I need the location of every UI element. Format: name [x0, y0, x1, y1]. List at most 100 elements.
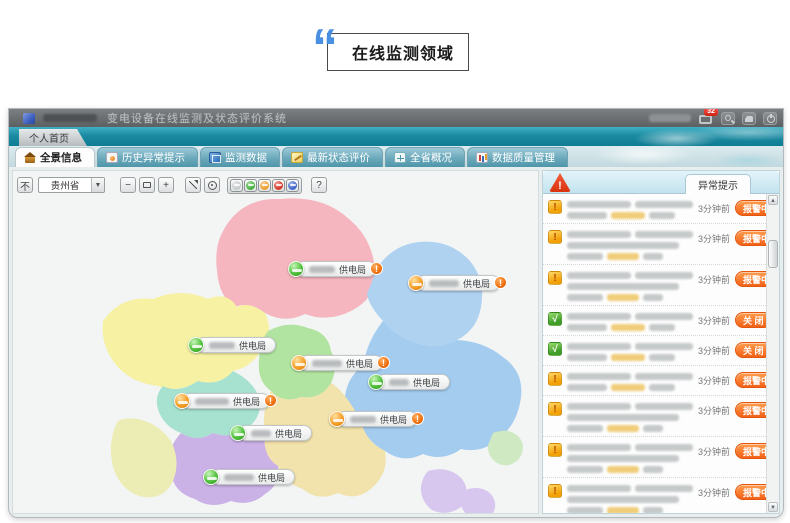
tab-2[interactable]: 监测数据 — [200, 147, 280, 167]
green-status-ball-icon — [230, 425, 246, 441]
fullscreen-button[interactable] — [185, 177, 201, 193]
alert-text-blurred — [567, 229, 693, 260]
alert-text-line — [567, 253, 693, 260]
tab-label: 全景信息 — [40, 150, 82, 165]
tab-icon-4 — [394, 152, 406, 163]
alarming-button[interactable]: 报警中 — [735, 230, 766, 246]
scrollbar-thumb[interactable] — [768, 240, 778, 268]
help-button[interactable]: ? — [311, 177, 327, 193]
blur-bar — [643, 466, 663, 473]
app-logo-icon — [23, 113, 35, 124]
station-suffix: 供电局 — [380, 413, 407, 426]
green-status-ball-icon — [288, 261, 304, 277]
station-suffix: 供电局 — [233, 395, 260, 408]
blur-bar-highlight — [607, 294, 639, 301]
tab-0[interactable]: 全景信息 — [15, 147, 95, 167]
alert-item[interactable]: !3分钟前报警中 — [543, 265, 766, 306]
status-filter-green-button[interactable] — [244, 179, 257, 192]
alert-item[interactable]: !3分钟前报警中 — [543, 478, 766, 513]
alert-text-line — [567, 242, 693, 249]
blur-bar — [635, 272, 693, 279]
blur-bar — [567, 425, 603, 432]
locate-button[interactable] — [204, 177, 220, 193]
alert-item[interactable]: !3分钟前报警中 — [543, 366, 766, 396]
station-pill: 供电局 — [337, 411, 417, 427]
station-pill: 供电局 — [211, 469, 295, 485]
blur-bar — [567, 231, 631, 238]
tab-3[interactable]: 最新状态评价 — [282, 147, 383, 167]
tab-icon-0 — [24, 152, 36, 163]
alert-scrollbar[interactable]: ▲ ▼ — [766, 194, 779, 513]
region-right-green-patch — [488, 431, 523, 466]
alert-text-line — [567, 283, 693, 290]
notification-monitor-icon[interactable]: 32 — [698, 111, 714, 125]
alert-tab[interactable]: 异常提示 — [685, 174, 751, 194]
zoom-in-button[interactable]: + — [158, 177, 174, 193]
close-button[interactable]: 关 闭 — [735, 312, 766, 328]
home-tab[interactable]: 个人首页 — [19, 129, 87, 146]
titlebar-right-blurred-text — [649, 114, 691, 122]
titlebar-actions: 32 — [649, 111, 777, 125]
zoom-out-button[interactable]: − — [120, 177, 136, 193]
status-filter-blue-button[interactable] — [286, 179, 299, 192]
alert-item[interactable]: !3分钟前报警中 — [543, 437, 766, 478]
station-pill: 供电局 — [299, 355, 383, 371]
alert-time: 3分钟前 — [698, 273, 730, 286]
scroll-down-icon[interactable]: ▼ — [768, 502, 778, 512]
scroll-up-icon[interactable]: ▲ — [768, 195, 778, 205]
alarm-count-badge: ! — [494, 276, 507, 289]
alarming-button[interactable]: 报警中 — [735, 372, 766, 388]
alert-text-line — [567, 201, 693, 208]
magnifier-glyph — [725, 115, 731, 121]
alarming-button[interactable]: 报警中 — [735, 402, 766, 418]
alert-time: 3分钟前 — [698, 314, 730, 327]
status-filter-red-button[interactable] — [272, 179, 285, 192]
app-window: 变电设备在线监测及状态评价系统 32 个人首页 全景信息历史异常提示监测数据最新… — [8, 108, 784, 518]
alert-text-blurred — [567, 270, 693, 301]
alert-text-line — [567, 384, 693, 391]
tab-icon-2 — [209, 152, 221, 163]
alert-item[interactable]: !3分钟前报警中 — [543, 396, 766, 437]
close-button[interactable]: 关 闭 — [735, 342, 766, 358]
tab-icon-3 — [291, 152, 303, 163]
warning-triangle-icon — [549, 173, 571, 192]
alarming-button[interactable]: 报警中 — [735, 271, 766, 287]
pan-hand-icon[interactable] — [742, 112, 756, 125]
alert-item[interactable]: !3分钟前报警中 — [543, 194, 766, 224]
power-icon[interactable] — [763, 112, 777, 125]
blur-bar — [567, 201, 631, 208]
search-icon[interactable] — [721, 112, 735, 125]
alert-item[interactable]: √3分钟前关 闭 — [543, 306, 766, 336]
alert-text-line — [567, 485, 693, 492]
station-name-blurred — [195, 398, 229, 405]
blur-bar — [567, 414, 679, 421]
station-pill: 供电局 — [238, 425, 312, 441]
zoom-fit-button[interactable] — [139, 177, 155, 193]
alert-text-line — [567, 444, 693, 451]
alert-item[interactable]: √3分钟前关 闭 — [543, 336, 766, 366]
blur-bar — [567, 253, 603, 260]
orange-status-ball-icon — [174, 393, 190, 409]
tab-5[interactable]: 数据质量管理 — [467, 147, 568, 167]
alarming-button[interactable]: 报警中 — [735, 200, 766, 216]
map-canvas[interactable]: 供电局!供电局!供电局供电局!供电局供电局!供电局!供电局供电局 — [13, 171, 538, 513]
status-filter-gray-button[interactable] — [230, 179, 243, 192]
banner-title: 在线监测领域 — [352, 40, 468, 64]
alarm-count-badge: ! — [264, 394, 277, 407]
alert-item[interactable]: !3分钟前报警中 — [543, 224, 766, 265]
legend-toggle-button[interactable]: 不 — [17, 177, 33, 193]
tab-4[interactable]: 全省概况 — [385, 147, 465, 167]
alert-text-line — [567, 466, 693, 473]
station-pill: 供电局 — [376, 374, 450, 390]
tab-1[interactable]: 历史异常提示 — [97, 147, 198, 167]
alert-text-line — [567, 507, 693, 513]
region-select[interactable]: 贵州省 ▼ — [38, 177, 105, 193]
alarming-button[interactable]: 报警中 — [735, 443, 766, 459]
chevron-down-icon[interactable]: ▼ — [91, 178, 104, 192]
alarming-button[interactable]: 报警中 — [735, 484, 766, 500]
status-filter-orange-button[interactable] — [258, 179, 271, 192]
station-suffix: 供电局 — [275, 427, 302, 440]
blur-bar — [635, 403, 693, 410]
alert-text-line — [567, 343, 693, 350]
blur-bar — [643, 425, 663, 432]
